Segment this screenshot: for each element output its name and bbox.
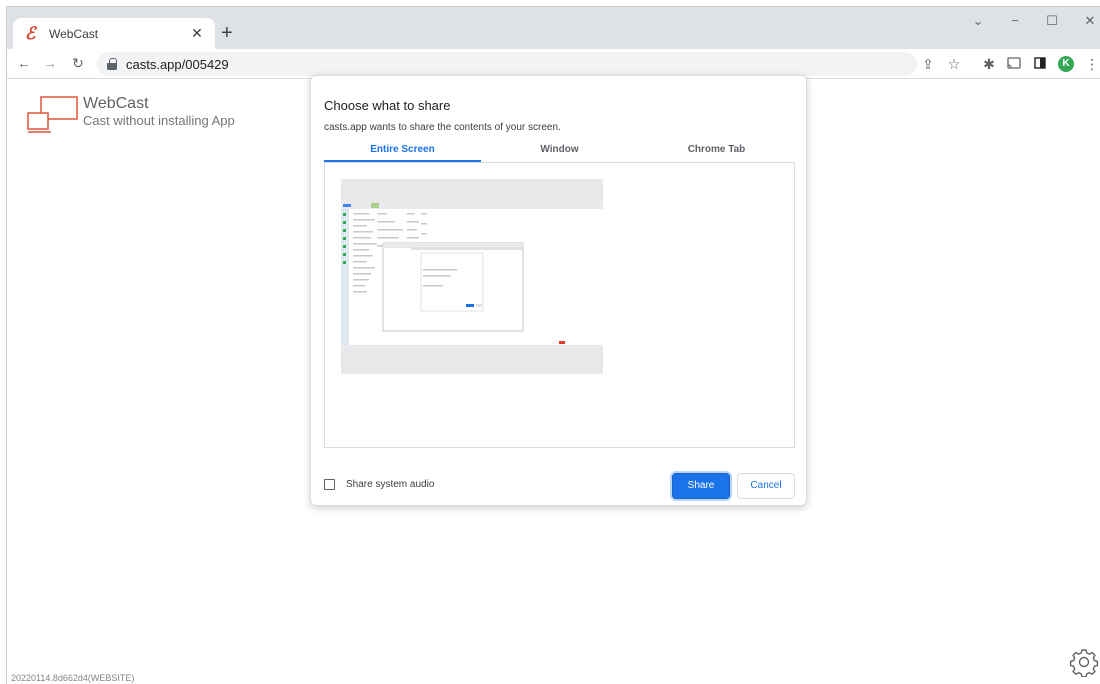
share-audio-label: Share system audio [346, 479, 435, 490]
extensions-puzzle-icon[interactable]: ✱ [980, 55, 998, 73]
brand-name: WebCast [83, 95, 149, 112]
minimize-icon[interactable]: − [1005, 13, 1025, 28]
share-screen-dialog: Choose what to share casts.app wants to … [310, 75, 807, 506]
cast-icon[interactable] [1005, 55, 1023, 73]
address-bar[interactable]: casts.app/005429 [97, 52, 917, 76]
screen-preview-panel [324, 163, 795, 448]
browser-window: ℰ WebCast ✕ + ⌄ − ☐ ✕ ← → ↻ casts.app/00… [6, 6, 1100, 684]
screen-thumbnail-drawing [341, 203, 603, 349]
reload-icon[interactable]: ↻ [69, 55, 87, 72]
side-panel-icon[interactable] [1031, 55, 1049, 73]
screen-thumbnail[interactable] [341, 179, 603, 374]
share-audio-checkbox[interactable] [324, 479, 335, 490]
tab-window[interactable]: Window [481, 140, 638, 162]
bookmark-star-icon[interactable]: ☆ [945, 55, 963, 73]
tab-strip: ℰ WebCast ✕ + ⌄ − ☐ ✕ [7, 7, 1100, 49]
tab-chrome-tab[interactable]: Chrome Tab [638, 140, 795, 162]
back-arrow-icon[interactable]: ← [15, 55, 33, 71]
webcast-logo-icon [27, 96, 78, 133]
forward-arrow-icon[interactable]: → [41, 55, 59, 71]
maximize-icon[interactable]: ☐ [1042, 13, 1062, 29]
share-button[interactable]: Share [672, 473, 730, 499]
share-audio-row[interactable]: Share system audio [324, 479, 434, 490]
share-source-tabs: Entire Screen Window Chrome Tab [324, 140, 795, 163]
screen-thumbnail-image [341, 203, 603, 349]
tab-search-chevron-icon[interactable]: ⌄ [968, 13, 988, 29]
tab-entire-screen[interactable]: Entire Screen [324, 140, 481, 162]
close-window-icon[interactable]: ✕ [1080, 13, 1100, 29]
cancel-button[interactable]: Cancel [737, 473, 795, 499]
settings-gear-icon[interactable] [1069, 647, 1099, 677]
url-text: casts.app/005429 [126, 56, 229, 72]
side-panel-svg [1034, 57, 1046, 69]
more-menu-icon[interactable]: ⋮ [1083, 55, 1100, 73]
dialog-subtitle: casts.app wants to share the contents of… [324, 122, 561, 133]
lock-icon [107, 58, 117, 70]
browser-tab[interactable]: ℰ WebCast ✕ [13, 18, 215, 49]
cast-svg [1007, 57, 1021, 69]
tab-title: WebCast [49, 26, 99, 41]
profile-avatar[interactable]: K [1058, 56, 1074, 72]
share-page-icon[interactable]: ⇪ [919, 55, 937, 73]
dialog-title: Choose what to share [324, 98, 451, 113]
webcast-favicon-icon: ℰ [25, 23, 36, 44]
build-info: 20220114.8d662d4(WEBSITE) [11, 673, 135, 683]
new-tab-plus-icon[interactable]: + [221, 23, 233, 43]
close-tab-icon[interactable]: ✕ [189, 25, 205, 42]
brand-tagline: Cast without installing App [83, 113, 235, 128]
